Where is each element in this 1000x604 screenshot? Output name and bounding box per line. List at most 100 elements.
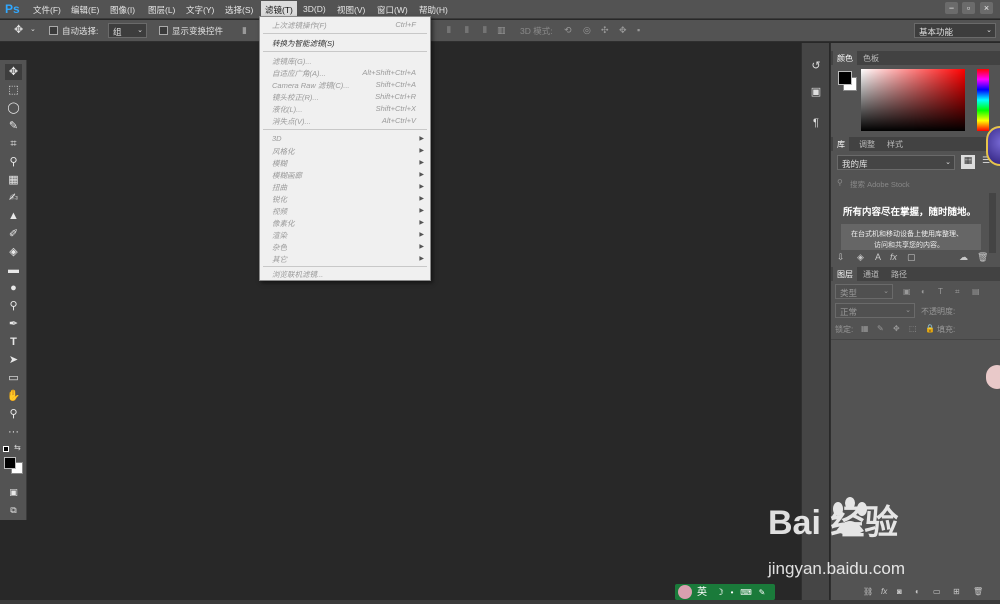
- filter-item-adaptive-wide-angle[interactable]: 自适应广角(A)...: [272, 68, 326, 79]
- tab-adjustments[interactable]: 调整: [859, 139, 875, 150]
- hand-tool-icon[interactable]: ✋: [5, 388, 22, 404]
- menu-layer[interactable]: 图层(L): [148, 4, 175, 16]
- gradient-tool-icon[interactable]: ▬: [5, 262, 22, 278]
- filter-item-blur[interactable]: 模糊: [272, 158, 287, 169]
- mask-icon[interactable]: ◙: [897, 587, 902, 596]
- align-top-icon[interactable]: ▮: [242, 25, 251, 36]
- dodge-tool-icon[interactable]: ⚲: [5, 298, 22, 314]
- distribute-icon[interactable]: ⫴: [447, 25, 456, 36]
- lock-pixels-icon[interactable]: ▦: [861, 324, 869, 333]
- color-picker-field[interactable]: [861, 69, 965, 131]
- menu-edit[interactable]: 编辑(E): [71, 4, 99, 16]
- lock-all-icon[interactable]: 🔒: [925, 324, 935, 333]
- filter-item-other[interactable]: 其它: [272, 254, 287, 265]
- lock-position-icon[interactable]: ✥: [893, 324, 900, 333]
- menu-select[interactable]: 选择(S): [225, 4, 253, 16]
- slide-3d-icon[interactable]: ✥: [619, 25, 628, 36]
- filter-item-vanishing-point[interactable]: 消失点(V)...: [272, 116, 311, 127]
- layer-kind-filter[interactable]: 类型 ⌄: [835, 284, 893, 299]
- default-colors-icon[interactable]: [3, 446, 9, 452]
- blend-mode-select[interactable]: 正常 ⌄: [835, 303, 915, 318]
- chevron-down-icon[interactable]: ⌄: [30, 25, 36, 33]
- filter-item-last-filter[interactable]: 上次滤镜操作(F): [272, 20, 327, 31]
- crop-tool-icon[interactable]: ⌗: [5, 136, 22, 152]
- distribute-h-icon[interactable]: ⫴: [465, 25, 474, 36]
- scrollbar[interactable]: [989, 193, 996, 253]
- filter-item-liquify[interactable]: 液化(L)...: [272, 104, 302, 115]
- clone-stamp-tool-icon[interactable]: ▲: [5, 208, 22, 224]
- scale-3d-icon[interactable]: ▪: [637, 25, 646, 36]
- menu-file[interactable]: 文件(F): [33, 4, 61, 16]
- menu-help[interactable]: 帮助(H): [419, 4, 448, 16]
- type-tool-icon[interactable]: T: [5, 334, 22, 350]
- tab-color[interactable]: 颜色: [833, 51, 857, 65]
- close-button[interactable]: ×: [980, 2, 993, 14]
- minimize-button[interactable]: −: [945, 2, 958, 14]
- type-filter-icon[interactable]: T: [938, 287, 943, 296]
- eraser-tool-icon[interactable]: ◈: [5, 244, 22, 260]
- show-transform-checkbox[interactable]: [159, 26, 168, 35]
- link-layers-icon[interactable]: ⛓: [863, 587, 873, 596]
- ime-settings-icon[interactable]: ✎: [759, 588, 766, 597]
- auto-select-dropdown[interactable]: 组 ⌄: [108, 23, 147, 38]
- workspace-dropdown[interactable]: 基本功能 ⌄: [914, 23, 996, 38]
- brush-tool-icon[interactable]: ✍: [5, 190, 22, 206]
- marquee-tool-icon[interactable]: ⬚: [5, 82, 22, 98]
- floating-ball-icon[interactable]: [986, 365, 1000, 389]
- grid-view-icon[interactable]: ▦: [961, 155, 975, 169]
- zoom-tool-icon[interactable]: ⚲: [5, 406, 22, 422]
- maximize-button[interactable]: ▫: [962, 2, 975, 14]
- distribute-right-icon[interactable]: ⫴: [483, 25, 492, 36]
- menu-window[interactable]: 窗口(W): [377, 4, 408, 16]
- filter-item-camera-raw[interactable]: Camera Raw 滤镜(C)...: [272, 80, 350, 91]
- tab-libraries[interactable]: 库: [833, 137, 849, 151]
- lock-paint-icon[interactable]: ✎: [877, 324, 884, 333]
- foreground-color-swatch[interactable]: [4, 457, 16, 469]
- drag-3d-icon[interactable]: ✣: [601, 25, 610, 36]
- filter-item-sharpen[interactable]: 锐化: [272, 194, 287, 205]
- tab-paths[interactable]: 路径: [891, 269, 907, 280]
- ime-language-label[interactable]: 英: [697, 587, 707, 598]
- move-tool-icon[interactable]: ✥: [5, 64, 22, 80]
- lasso-tool-icon[interactable]: ◯: [5, 100, 22, 116]
- filter-item-3d[interactable]: 3D: [272, 134, 282, 143]
- new-layer-icon[interactable]: ⊞: [953, 587, 960, 596]
- pen-tool-icon[interactable]: ✒: [5, 316, 22, 332]
- filter-item-gallery[interactable]: 滤镜库(G)...: [272, 56, 312, 67]
- quick-select-tool-icon[interactable]: ✎: [5, 118, 22, 134]
- screen-mode-icon[interactable]: ⧉: [5, 502, 22, 518]
- tab-channels[interactable]: 通道: [863, 269, 879, 280]
- adjustment-filter-icon[interactable]: ◐: [921, 287, 926, 296]
- shape-filter-icon[interactable]: ⌗: [955, 287, 960, 297]
- fx-icon[interactable]: fx: [890, 252, 897, 262]
- ime-toolbar[interactable]: 英 ☽ • ⌨ ✎: [675, 584, 775, 600]
- menu-3d[interactable]: 3D(D): [303, 4, 326, 14]
- delete-layer-icon[interactable]: 🗑: [973, 587, 983, 596]
- menu-type[interactable]: 文字(Y): [186, 4, 214, 16]
- healing-brush-tool-icon[interactable]: ▦: [5, 172, 22, 188]
- stock-search-input[interactable]: 搜索 Adobe Stock: [850, 179, 910, 190]
- ime-punct-icon[interactable]: •: [731, 588, 734, 597]
- tab-swatches[interactable]: 色板: [863, 53, 879, 64]
- orbit-3d-icon[interactable]: ⟲: [564, 25, 573, 36]
- pixel-filter-icon[interactable]: ▣: [903, 287, 911, 296]
- history-brush-tool-icon[interactable]: ✐: [5, 226, 22, 242]
- graphic-icon[interactable]: ▢: [907, 252, 916, 263]
- adjustment-layer-icon[interactable]: ◐: [915, 587, 920, 596]
- filter-item-browse-online[interactable]: 浏览联机滤镜...: [272, 269, 323, 280]
- ime-moon-icon[interactable]: ☽: [716, 587, 724, 597]
- filter-item-noise[interactable]: 杂色: [272, 242, 287, 253]
- ime-keyboard-icon[interactable]: ⌨: [740, 588, 752, 597]
- smart-filter-icon[interactable]: ▤: [972, 287, 980, 296]
- library-select[interactable]: 我的库 ⌄: [837, 155, 955, 170]
- rectangle-tool-icon[interactable]: ▭: [5, 370, 22, 386]
- filter-item-convert-smart[interactable]: 转换为智能滤镜(S): [272, 38, 335, 49]
- cloud-icon[interactable]: ☁: [959, 252, 968, 263]
- fill-icon[interactable]: ◈: [857, 252, 864, 263]
- more-tools-icon[interactable]: ···: [5, 424, 22, 440]
- properties-panel-icon[interactable]: ▣: [808, 85, 824, 101]
- lock-artboard-icon[interactable]: ⬚: [909, 324, 917, 333]
- menu-image[interactable]: 图像(I): [110, 4, 135, 16]
- menu-view[interactable]: 视图(V): [337, 4, 365, 16]
- filter-item-distort[interactable]: 扭曲: [272, 182, 287, 193]
